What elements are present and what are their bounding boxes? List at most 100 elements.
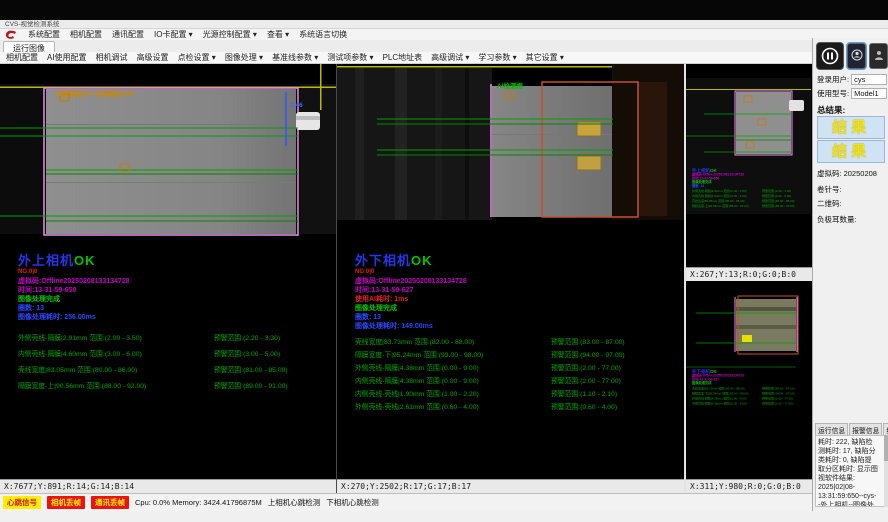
menu-item-comm-config[interactable]: 通讯配置 <box>112 29 144 40</box>
window-title: CVS-视觉检测系统 <box>5 21 60 28</box>
overlay-lower: 外下相机OK NG:0|0 虚拟码:Offline202502081331347… <box>355 254 665 417</box>
measurement-row: 内侧壳线-壳线|1.90mm 范围:(1.00 - 2.20)预警范围:(1.1… <box>355 391 685 399</box>
window-titlebar: CVS-视觉检测系统 <box>0 20 888 29</box>
measurement-row: 隔膜宽度-下|95.24mm 范围:(93.00 - 98.00)预警范围:(9… <box>355 352 685 360</box>
app-window: CVS-视觉检测系统 系统配置 相机配置 通讯配置 IO卡配置 ▾ 光源控制配置… <box>0 0 888 522</box>
thumbnail-column: 外上相机OK 虚拟码:Offline20250208133134728 时间:1… <box>686 64 812 493</box>
model-row: 使用型号: Model1 <box>817 88 887 99</box>
lower-camera-heartbeat-text: 下相机心跳检测 <box>326 497 379 508</box>
capture-time: 时间:13-31-59-627 <box>355 286 665 295</box>
pixel-status-lower: X:270;Y:2502;R:17;G:17;B:17 <box>337 479 684 493</box>
login-user-row: 登录用户: cys <box>817 74 887 85</box>
menu-item-camera-config[interactable]: 相机配置 <box>70 29 102 40</box>
bottom-filler <box>0 511 888 522</box>
measurement-row: 外侧壳线-隔膜|2.91mm 范围:(2.00 - 3.50)预警范围:(2.2… <box>18 335 328 343</box>
ai-box-label: AI检测框 <box>497 80 523 90</box>
thumbnail-view-lower[interactable]: 外下相机OK 虚拟码:Offline20250208133134728 时间:1… <box>686 281 813 493</box>
measurement-list-upper: 外侧壳线-隔膜|2.91mm 范围:(2.00 - 3.50)预警范围:(2.2… <box>18 335 328 391</box>
measurement-row: 壳线宽度|83.05mm 范围:(80.00 - 86.00)预警范围:(81.… <box>18 367 328 375</box>
status-bar: 心跳信号 相机丢帧 通讯丢帧 Cpu: 0.0% Memory: 3424.41… <box>0 493 812 511</box>
app-logo-icon <box>4 30 18 40</box>
user-login-button[interactable] <box>847 43 866 69</box>
user-manage-button[interactable] <box>869 43 888 69</box>
login-user-label: 登录用户: <box>817 74 849 85</box>
toolbar-baseline-params[interactable]: 基准线参数 ▾ <box>272 52 318 63</box>
result-box-1: 结果 <box>817 116 885 139</box>
heartbeat-badge: 心跳信号 <box>3 496 41 509</box>
measurement-row: 内侧壳线-隔膜|4.38mm 范围:(0.00 - 9.00)预警范围:(2.0… <box>355 378 685 386</box>
camera-drop-badge: 相机丢帧 <box>47 496 85 509</box>
process-done: 图像处理完成 <box>18 295 328 304</box>
main-area: 灰度阈值:93, 动态阈值:100 3.46 外上相机OK NG:0|0 虚拟码… <box>0 64 812 493</box>
toolbar-other-settings[interactable]: 其它设置 ▾ <box>526 52 564 63</box>
negative-tab-count-label: 负极耳数量: <box>817 214 857 225</box>
toolbar-ai-usage-config[interactable]: AI使用配置 <box>47 52 87 63</box>
measurement-row: 外侧壳线-隔膜|4.38mm 范围:(0.00 - 9.00)预警范围:(2.0… <box>355 365 685 373</box>
virtual-code: 虚拟码:Offline20250208133134728 <box>18 277 328 286</box>
camera-view-upper[interactable]: 灰度阈值:93, 动态阈值:100 3.46 外上相机OK NG:0|0 虚拟码… <box>0 64 337 493</box>
measure-marker-label: 3.46 <box>290 102 303 109</box>
measurement-list-lower: 壳线宽度|83.73mm 范围:(82.00 - 88.00)预警范围:(83.… <box>355 339 685 412</box>
process-elapsed: 图像处理耗时: 256.00ms <box>18 313 328 322</box>
qr-code-label: 二维码: <box>817 198 842 209</box>
camera-view-lower[interactable]: AI检测框 外下相机OK NG:0|0 虚拟码:Offline202502081… <box>337 64 686 493</box>
toolbar-learning-params[interactable]: 学习参数 ▾ <box>478 52 516 63</box>
control-buttons <box>816 42 888 70</box>
threshold-label: 灰度阈值:93, 动态阈值:100 <box>56 88 134 98</box>
toolbar: 相机配置 AI使用配置 相机调试 高级设置 点检设置 ▾ 图像处理 ▾ 基准线参… <box>0 52 812 64</box>
measurement-row: 内侧壳线-隔膜|4.60mm 范围:(3.00 - 6.00)预警范围:(3.0… <box>18 351 328 359</box>
stats-textbox: 耗时: 222, 缺陷检测耗时: 17, 缺陷分类耗时: 0, 缺陷提取分区耗时… <box>815 435 885 507</box>
ai-elapsed: 使用AI耗时: 1ms <box>355 295 665 304</box>
pixel-status-thumb-upper: X:267;Y:13;R:0;G:0;B:0 <box>686 267 812 281</box>
thumbnail-overlay-lower: 外下相机OK 虚拟码:Offline20250208133134728 时间:1… <box>692 369 810 407</box>
measurement-row: 隔膜宽度-上|90.56mm 范围:(88.00 - 92.00)预警范围:(8… <box>18 383 328 391</box>
toolbar-plc-address-table[interactable]: PLC地址表 <box>383 52 423 63</box>
loop-count: 圈数: 13 <box>18 304 328 313</box>
ng-count: NG:0|0 <box>355 268 665 277</box>
toolbar-spot-check-settings[interactable]: 点检设置 ▾ <box>178 52 216 63</box>
menu-item-language-switch[interactable]: 系统语言切换 <box>299 29 347 40</box>
process-elapsed: 图像处理耗时: 149.00ms <box>355 322 665 331</box>
virtual-code: 虚拟码:Offline20250208133134728 <box>355 277 665 286</box>
model-value[interactable]: Model1 <box>851 88 887 99</box>
loop-count: 圈数: 13 <box>355 313 665 322</box>
menu-item-light-control-config[interactable]: 光源控制配置 ▾ <box>203 29 257 40</box>
comm-drop-badge: 通讯丢帧 <box>91 496 129 509</box>
thumbnail-overlay-upper: 外上相机OK 虚拟码:Offline20250208133134728 时间:1… <box>692 168 810 210</box>
pixel-status-upper: X:7677;Y:891;R:14;G:14;B:14 <box>0 479 336 493</box>
toolbar-camera-debug[interactable]: 相机调试 <box>96 52 128 63</box>
top-black-strip <box>0 0 888 20</box>
stats-scrollbar-thumb[interactable] <box>884 435 888 461</box>
measurement-row: 外侧壳线-壳线|2.61mm 范围:(0.60 - 4.00)预警范围:(0.6… <box>355 404 685 412</box>
thumbnail-view-upper[interactable]: 外上相机OK 虚拟码:Offline20250208133134728 时间:1… <box>686 64 813 281</box>
ng-count: NG:0|0 <box>18 268 328 277</box>
pause-button[interactable] <box>816 42 844 70</box>
menu-item-io-card-config[interactable]: IO卡配置 ▾ <box>154 29 193 40</box>
toolbar-test-item-params[interactable]: 测试项参数 ▾ <box>327 52 373 63</box>
pin-number-label: 卷针号: <box>817 184 842 195</box>
model-label: 使用型号: <box>817 88 849 99</box>
control-panel: 登录用户: cys 使用型号: Model1 总结果: 结果 结果 虚拟码: 2… <box>812 38 888 511</box>
overlay-upper: 外上相机OK NG:0|0 虚拟码:Offline202502081331347… <box>18 254 328 399</box>
menu-item-view[interactable]: 查看 ▾ <box>267 29 289 40</box>
login-user-value[interactable]: cys <box>851 74 887 85</box>
menu-item-system-config[interactable]: 系统配置 <box>28 29 60 40</box>
upper-camera-heartbeat-text: 上相机心跳检测 <box>268 497 321 508</box>
process-done: 图像处理完成 <box>355 304 665 313</box>
toolbar-advanced-debug[interactable]: 高级调试 ▾ <box>431 52 469 63</box>
camera-title-lower: 外下相机OK <box>355 254 665 268</box>
toolbar-image-processing[interactable]: 图像处理 ▾ <box>225 52 263 63</box>
capture-time: 时间:13-31-59-650 <box>18 286 328 295</box>
cpu-memory-text: Cpu: 0.0% Memory: 3424.41796875M <box>135 498 262 507</box>
toolbar-camera-config[interactable]: 相机配置 <box>6 52 38 63</box>
toolbar-advanced-settings[interactable]: 高级设置 <box>137 52 169 63</box>
virtual-code-row: 虚拟码: 20250208 <box>817 168 887 179</box>
menu-bar: 系统配置 相机配置 通讯配置 IO卡配置 ▾ 光源控制配置 ▾ 查看 ▾ 系统语… <box>0 29 888 40</box>
total-result-label: 总结果: <box>817 104 845 116</box>
result-box-2: 结果 <box>817 140 885 163</box>
pixel-status-thumb-lower: X:311;Y:980;R:0;G:0;B:0 <box>686 479 812 493</box>
virtual-code-label: 虚拟码: <box>817 168 842 179</box>
virtual-code-value: 20250208 <box>844 169 877 178</box>
camera-title-upper: 外上相机OK <box>18 254 328 268</box>
measurement-row: 壳线宽度|83.73mm 范围:(82.00 - 88.00)预警范围:(83.… <box>355 339 685 347</box>
